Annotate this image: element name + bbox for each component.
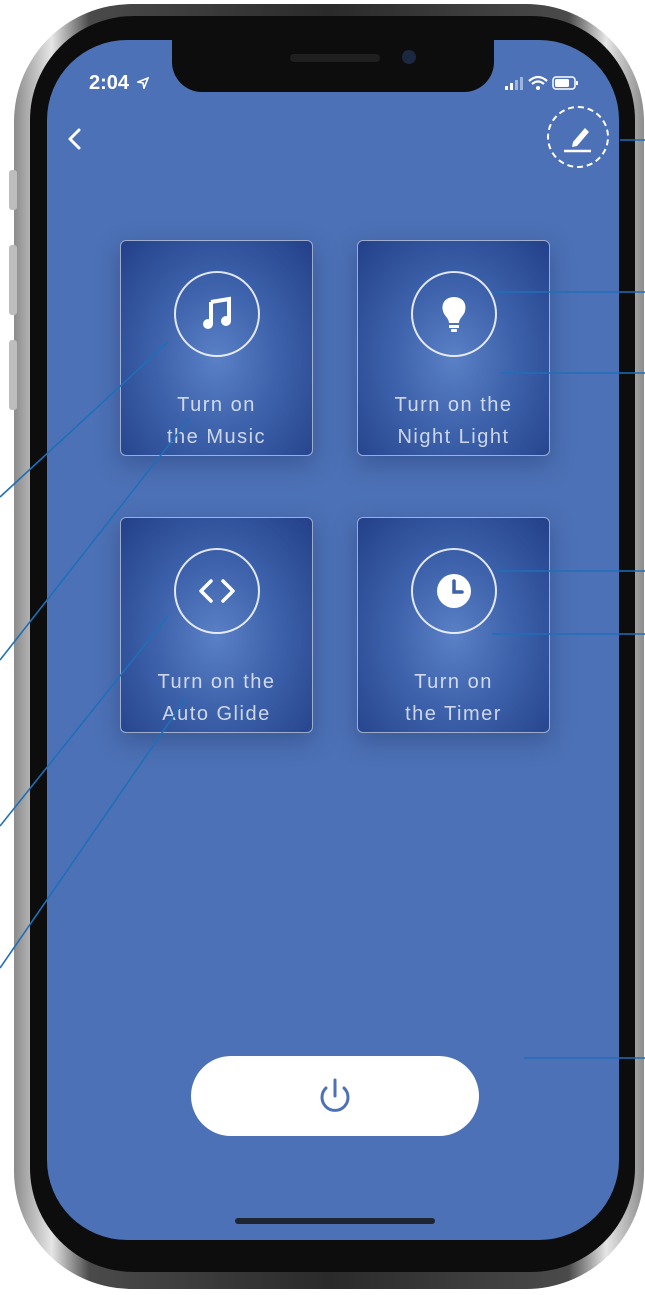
code-brackets-icon [198,579,235,603]
music-note-icon [202,296,231,329]
clock-icon [436,574,471,608]
chevron-left-icon [68,128,81,150]
wifi-icon [528,75,548,90]
status-icons [505,75,578,90]
night-light-icon-ring [410,271,497,357]
light-bulb-icon [441,297,466,332]
pencil-edit-icon [564,128,591,153]
music-tile[interactable]: Turn on the Music [120,240,313,456]
speaker-grille [290,54,380,62]
location-arrow-icon [134,76,150,91]
timer-tile-label: Turn on the Timer [405,671,502,725]
edit-button[interactable] [547,106,609,168]
night-light-tile[interactable]: Turn on the Night Light [357,240,550,456]
auto-glide-tile-label: Turn on the Auto Glide [157,671,276,725]
power-icon [320,1078,350,1112]
notch [172,40,494,92]
app-screen: 2:04 Turn on the Music Turn on the Night… [47,40,619,1240]
front-camera [402,50,416,64]
back-button[interactable] [63,124,93,154]
battery-icon [552,76,578,90]
timer-icon-ring [410,548,497,634]
signal-icon [505,77,523,90]
volume-up-button [9,245,17,315]
power-button[interactable] [191,1056,479,1136]
volume-down-button [9,340,17,410]
home-indicator [235,1218,435,1224]
auto-glide-icon-ring [173,548,260,634]
timer-tile[interactable]: Turn on the Timer [357,517,550,733]
night-light-tile-label: Turn on the Night Light [394,394,513,448]
music-icon-ring [173,271,260,357]
auto-glide-tile[interactable]: Turn on the Auto Glide [120,517,313,733]
status-time: 2:04 [89,72,150,95]
music-tile-label: Turn on the Music [166,394,267,448]
silent-switch [9,170,17,210]
